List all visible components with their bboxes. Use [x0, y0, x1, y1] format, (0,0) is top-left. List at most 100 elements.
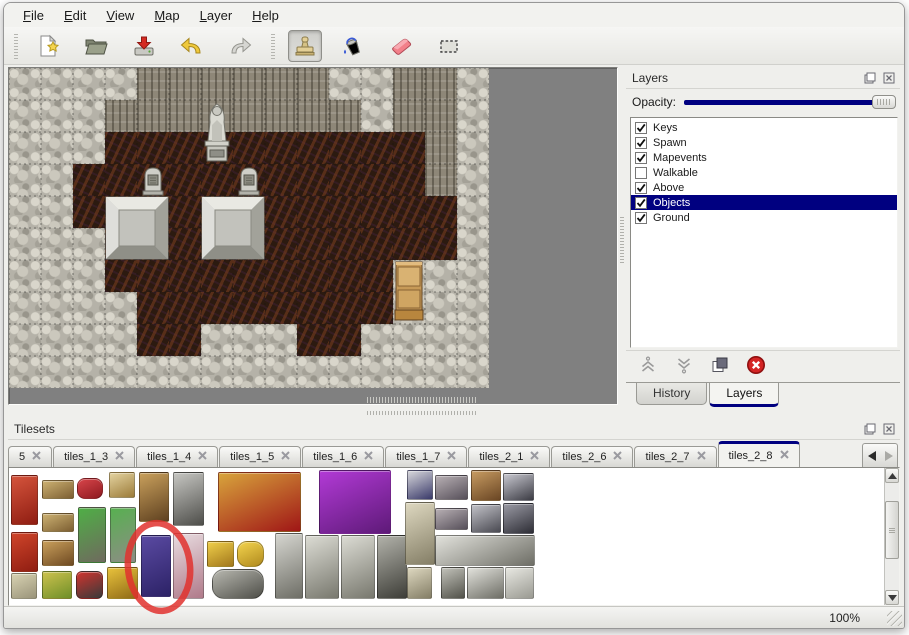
resize-grip[interactable]	[887, 611, 902, 626]
stone-pillar-tile[interactable]	[441, 567, 465, 599]
obelisk-tile[interactable]	[405, 502, 435, 565]
tab-close-icon[interactable]	[697, 451, 706, 463]
scroll-up-icon[interactable]	[885, 468, 899, 483]
scrollbar-track[interactable]	[885, 483, 899, 590]
gravestone-object[interactable]	[137, 164, 169, 196]
float-icon[interactable]	[862, 422, 877, 436]
menu-layer[interactable]: Layer	[191, 5, 242, 26]
red-banner-tile[interactable]	[11, 475, 38, 525]
tab-scroll-right-icon[interactable]	[880, 444, 897, 467]
tab-scroll-left-icon[interactable]	[863, 444, 880, 467]
dragon-banner-tile[interactable]	[11, 532, 38, 572]
fill-tool-button[interactable]	[336, 30, 370, 62]
undo-button[interactable]	[175, 30, 209, 62]
tileset-tab-tiles_1_5[interactable]: tiles_1_5	[219, 446, 301, 467]
armor-bust-tile[interactable]	[503, 473, 534, 501]
menu-view[interactable]: View	[97, 5, 143, 26]
toolbar-grip[interactable]	[12, 33, 19, 59]
close-icon[interactable]	[881, 422, 896, 436]
tileset-tab-tiles_1_7[interactable]: tiles_1_7	[385, 446, 467, 467]
layer-row-ground[interactable]: Ground	[631, 210, 897, 225]
tab-close-icon[interactable]	[198, 451, 207, 463]
layer-row-walkable[interactable]: Walkable	[631, 165, 897, 180]
statue-object[interactable]	[201, 100, 233, 164]
wooden-door-tile[interactable]	[139, 472, 169, 522]
tab-close-icon[interactable]	[115, 451, 124, 463]
duplicate-layer-button[interactable]	[708, 355, 732, 379]
opacity-slider[interactable]	[684, 94, 896, 110]
bookshelf-tile[interactable]	[42, 540, 74, 566]
layer-visibility-checkbox[interactable]	[635, 167, 647, 179]
tileset-scrollbar[interactable]	[884, 468, 899, 605]
eraser-tool-button[interactable]	[384, 30, 418, 62]
menu-edit[interactable]: Edit	[55, 5, 95, 26]
layer-visibility-checkbox[interactable]	[635, 122, 647, 134]
tileset-tab-tiles_2_1[interactable]: tiles_2_1	[468, 446, 550, 467]
red-stool-tile[interactable]	[77, 478, 103, 499]
armor-pile-tile[interactable]	[471, 504, 501, 533]
hooded-statue-tile[interactable]	[275, 533, 303, 599]
gargoyle-fountain-tile[interactable]	[377, 535, 407, 599]
menu-map[interactable]: Map	[145, 5, 188, 26]
layer-visibility-checkbox[interactable]	[635, 197, 647, 209]
gold-pile-tile[interactable]	[237, 541, 264, 567]
gray-chest-2-tile[interactable]	[435, 508, 468, 530]
tileset-tab-tiles_1_3[interactable]: tiles_1_3	[53, 446, 135, 467]
tab-close-icon[interactable]	[447, 451, 456, 463]
lower-layer-button[interactable]	[672, 355, 696, 379]
green-plant-tile[interactable]	[110, 507, 136, 563]
platform-edge-tile[interactable]	[467, 567, 504, 599]
tab-close-icon[interactable]	[530, 451, 539, 463]
map-viewport[interactable]	[8, 67, 618, 405]
delete-layer-button[interactable]	[744, 355, 768, 379]
float-icon[interactable]	[862, 71, 877, 85]
loom-top-tile[interactable]	[42, 480, 74, 499]
loom-bottom-tile[interactable]	[42, 513, 74, 532]
parchment-tile[interactable]	[11, 573, 37, 599]
tileset-tab-tiles_2_8[interactable]: tiles_2_8	[718, 441, 800, 467]
layer-visibility-checkbox[interactable]	[635, 182, 647, 194]
red-seal-tile[interactable]	[76, 571, 103, 599]
angel-statue-left-tile[interactable]	[305, 535, 339, 599]
tab-close-icon[interactable]	[32, 451, 41, 463]
wooden-crate-tile[interactable]	[471, 470, 501, 501]
close-icon[interactable]	[881, 71, 896, 85]
select-tool-button[interactable]	[432, 30, 466, 62]
menu-file[interactable]: File	[14, 5, 53, 26]
palm-plant-tile[interactable]	[78, 507, 106, 563]
pink-bed-tile[interactable]	[173, 533, 204, 599]
tab-close-icon[interactable]	[780, 450, 789, 462]
tab-close-icon[interactable]	[281, 451, 290, 463]
angel-statue-right-tile[interactable]	[341, 535, 375, 599]
scroll-down-icon[interactable]	[885, 590, 899, 605]
purple-door-tile[interactable]	[141, 535, 171, 597]
horizontal-splitter[interactable]	[4, 408, 904, 418]
scrollbar-thumb[interactable]	[885, 501, 899, 559]
armor-statue-tile[interactable]	[503, 503, 534, 534]
layer-row-mapevents[interactable]: Mapevents	[631, 150, 897, 165]
opacity-slider-handle[interactable]	[872, 95, 896, 109]
king-portrait-tile[interactable]	[407, 470, 433, 500]
gold-cross-tile[interactable]	[107, 567, 138, 599]
gray-chest-tile[interactable]	[435, 475, 468, 500]
platform-object[interactable]	[201, 196, 265, 260]
layer-row-objects[interactable]: Objects	[631, 195, 897, 210]
layer-visibility-checkbox[interactable]	[635, 137, 647, 149]
new-map-button[interactable]	[31, 30, 65, 62]
open-map-button[interactable]	[79, 30, 113, 62]
layer-visibility-checkbox[interactable]	[635, 152, 647, 164]
stone-platform-tile[interactable]	[435, 535, 535, 566]
layer-row-spawn[interactable]: Spawn	[631, 135, 897, 150]
redo-button[interactable]	[223, 30, 257, 62]
rock-pile-tile[interactable]	[212, 569, 264, 599]
tileset-tab-tiles_2_6[interactable]: tiles_2_6	[551, 446, 633, 467]
tab-layers[interactable]: Layers	[709, 383, 779, 407]
purple-throne-tile[interactable]	[319, 470, 391, 534]
layer-row-keys[interactable]: Keys	[631, 120, 897, 135]
cabinet-object[interactable]	[393, 260, 425, 324]
tileset-tab-5[interactable]: 5	[8, 446, 52, 467]
green-flag-tile[interactable]	[42, 571, 72, 599]
gravestone-object[interactable]	[233, 164, 265, 196]
map-canvas[interactable]	[9, 68, 489, 388]
gray-gate-tile[interactable]	[173, 472, 204, 526]
